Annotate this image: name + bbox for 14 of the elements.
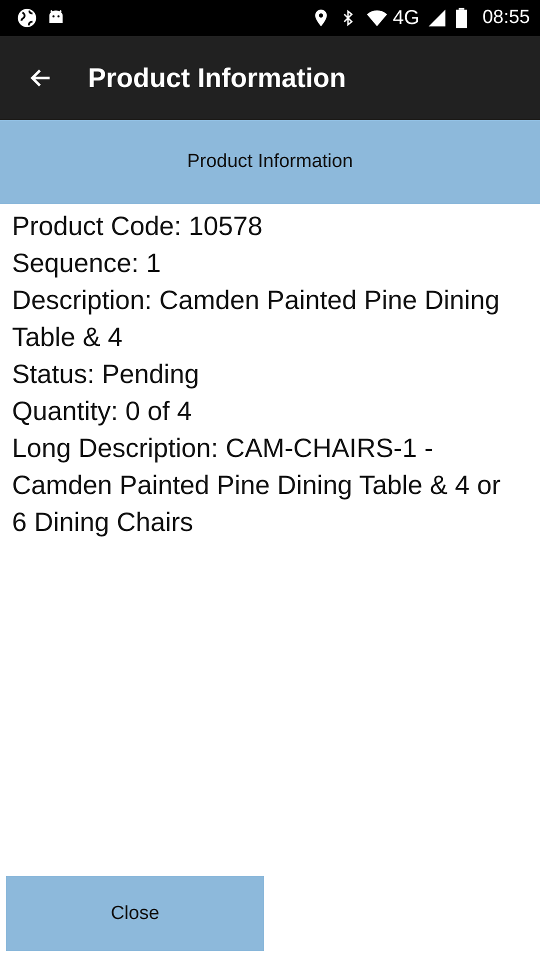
- detail-text: Description: Camden Painted Pine Dining Table & 4: [12, 284, 501, 354]
- battery-icon: [455, 7, 468, 29]
- screen-title: Product Information: [88, 62, 346, 94]
- signal-icon: [427, 7, 448, 29]
- detail-text: Quantity: 0 of 4: [12, 395, 193, 428]
- detail-text: Long Description: CAM-CHAIRS-1 - Camden Painted Pine Dining Table & 4 or 6 Dining Chairs: [12, 432, 502, 539]
- detail-text: Status: Pending: [12, 358, 200, 391]
- clock: 08:55: [482, 7, 530, 29]
- detail-text: Sequence: 1: [12, 247, 162, 280]
- detail-text: Product Code: 10578: [12, 210, 264, 243]
- network-type: 4G: [392, 6, 420, 30]
- globe-icon: [16, 7, 38, 29]
- close-button[interactable]: Close: [6, 876, 264, 951]
- section-header: Product Information: [0, 120, 540, 204]
